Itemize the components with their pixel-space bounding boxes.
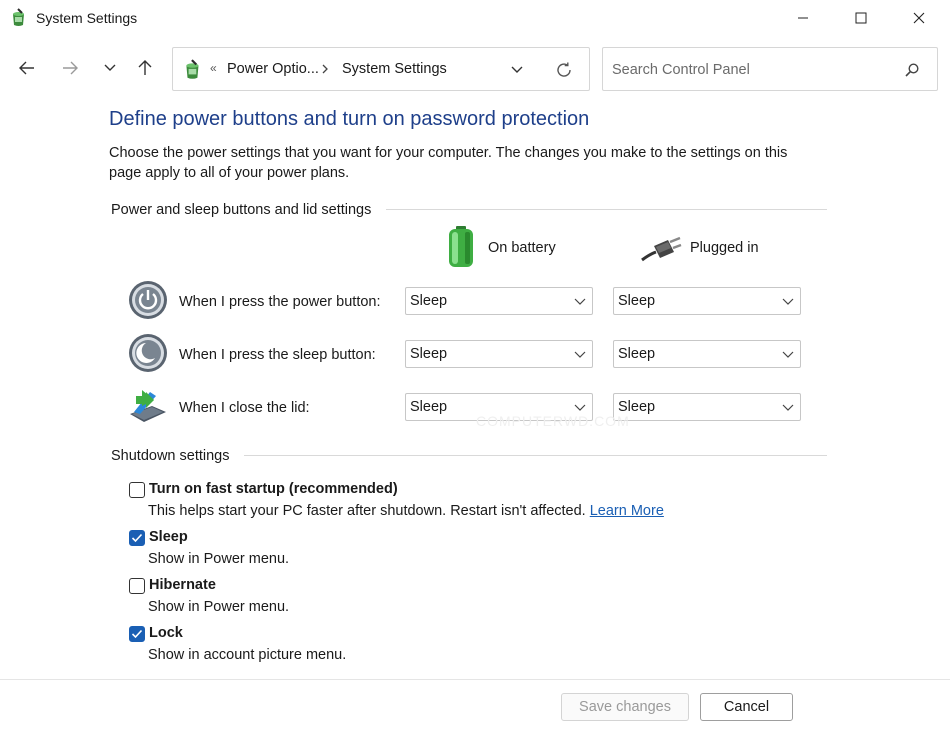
minimize-button[interactable] (774, 0, 832, 36)
hibernate-label[interactable]: Hibernate (149, 577, 216, 593)
chevron-down-icon (574, 349, 586, 361)
arrow-left-icon (19, 61, 34, 75)
laptop-lid-icon (128, 386, 168, 426)
power-plug-icon (640, 236, 682, 267)
learn-more-link[interactable]: Learn More (590, 503, 664, 519)
select-value: Sleep (618, 293, 656, 309)
page-description: Choose the power settings that you want … (109, 145, 788, 181)
up-button[interactable] (131, 54, 159, 82)
on-battery-label: On battery (488, 240, 556, 256)
on-battery-column-header: On battery (446, 226, 586, 270)
sleep-button-label: When I press the sleep button: (179, 347, 376, 363)
back-button[interactable] (13, 54, 41, 82)
footer-divider (0, 679, 950, 680)
fast-startup-checkbox[interactable] (129, 482, 145, 498)
chevron-down-icon (511, 66, 523, 73)
search-icon[interactable] (902, 60, 922, 80)
select-value: Sleep (618, 346, 656, 362)
navigation-bar: « Power Optio... System Settings (0, 38, 950, 100)
maximize-button[interactable] (832, 0, 890, 36)
cancel-button[interactable]: Cancel (700, 693, 793, 721)
maximize-icon (855, 12, 867, 24)
select-value: Sleep (410, 346, 448, 362)
breadcrumb-overflow[interactable]: « (210, 61, 217, 75)
hibernate-checkbox[interactable] (129, 578, 145, 594)
shutdown-group-header: Shutdown settings (111, 448, 230, 464)
arrow-right-icon (63, 61, 78, 75)
recent-locations-button[interactable] (96, 54, 124, 82)
divider (386, 209, 827, 210)
chevron-down-icon (782, 402, 794, 414)
lock-description: Show in account picture menu. (148, 647, 347, 663)
chevron-down-icon (104, 64, 116, 71)
select-value: Sleep (410, 293, 448, 309)
lock-label[interactable]: Lock (149, 625, 183, 641)
forward-button[interactable] (56, 54, 84, 82)
checkmark-icon (131, 629, 143, 639)
refresh-button[interactable] (553, 59, 575, 81)
battery-icon (446, 226, 476, 273)
chevron-down-icon (574, 296, 586, 308)
power-button-battery-select[interactable]: Sleep (405, 287, 593, 315)
save-changes-button[interactable]: Save changes (561, 693, 689, 721)
refresh-icon (557, 62, 571, 77)
search-input[interactable] (612, 60, 892, 80)
address-dropdown-button[interactable] (507, 61, 527, 79)
close-button[interactable] (890, 0, 948, 36)
select-value: Sleep (410, 399, 448, 415)
sleep-button-icon (128, 333, 168, 373)
checkmark-icon (131, 533, 143, 543)
close-lid-label: When I close the lid: (179, 400, 310, 416)
search-box[interactable] (602, 47, 938, 91)
sleep-button-battery-select[interactable]: Sleep (405, 340, 593, 368)
page-title: Define power buttons and turn on passwor… (109, 108, 590, 130)
chevron-down-icon (782, 349, 794, 361)
power-button-label: When I press the power button: (179, 294, 381, 310)
minimize-icon (798, 17, 808, 19)
power-button-plugged-select[interactable]: Sleep (613, 287, 801, 315)
plugged-in-column-header: Plugged in (640, 226, 780, 270)
title-bar: System Settings (0, 0, 950, 38)
lock-checkbox[interactable] (129, 626, 145, 642)
breadcrumb-power-options[interactable]: Power Optio... (227, 61, 319, 77)
chevron-down-icon (782, 296, 794, 308)
fast-startup-label[interactable]: Turn on fast startup (recommended) (149, 481, 398, 497)
sleep-checkbox[interactable] (129, 530, 145, 546)
window-title: System Settings (36, 10, 138, 26)
sleep-button-plugged-select[interactable]: Sleep (613, 340, 801, 368)
address-bar[interactable]: « Power Optio... System Settings (172, 47, 590, 91)
divider (244, 455, 827, 456)
fast-startup-description: This helps start your PC faster after sh… (148, 503, 664, 519)
control-panel-icon (9, 8, 29, 28)
sleep-description: Show in Power menu. (148, 551, 290, 567)
fast-startup-description-text: This helps start your PC faster after sh… (148, 503, 586, 519)
sleep-label[interactable]: Sleep (149, 529, 188, 545)
power-group-header: Power and sleep buttons and lid settings (111, 202, 372, 218)
close-lid-plugged-select[interactable]: Sleep (613, 393, 801, 421)
plugged-in-label: Plugged in (690, 240, 759, 256)
arrow-up-icon (138, 60, 152, 75)
control-panel-icon (182, 59, 204, 81)
watermark: COMPUTERWD.COM (476, 413, 630, 429)
hibernate-description: Show in Power menu. (148, 599, 290, 615)
close-icon (913, 12, 925, 24)
power-button-icon (128, 280, 168, 320)
breadcrumb-system-settings[interactable]: System Settings (342, 61, 447, 77)
breadcrumb-separator-icon[interactable] (319, 61, 331, 77)
